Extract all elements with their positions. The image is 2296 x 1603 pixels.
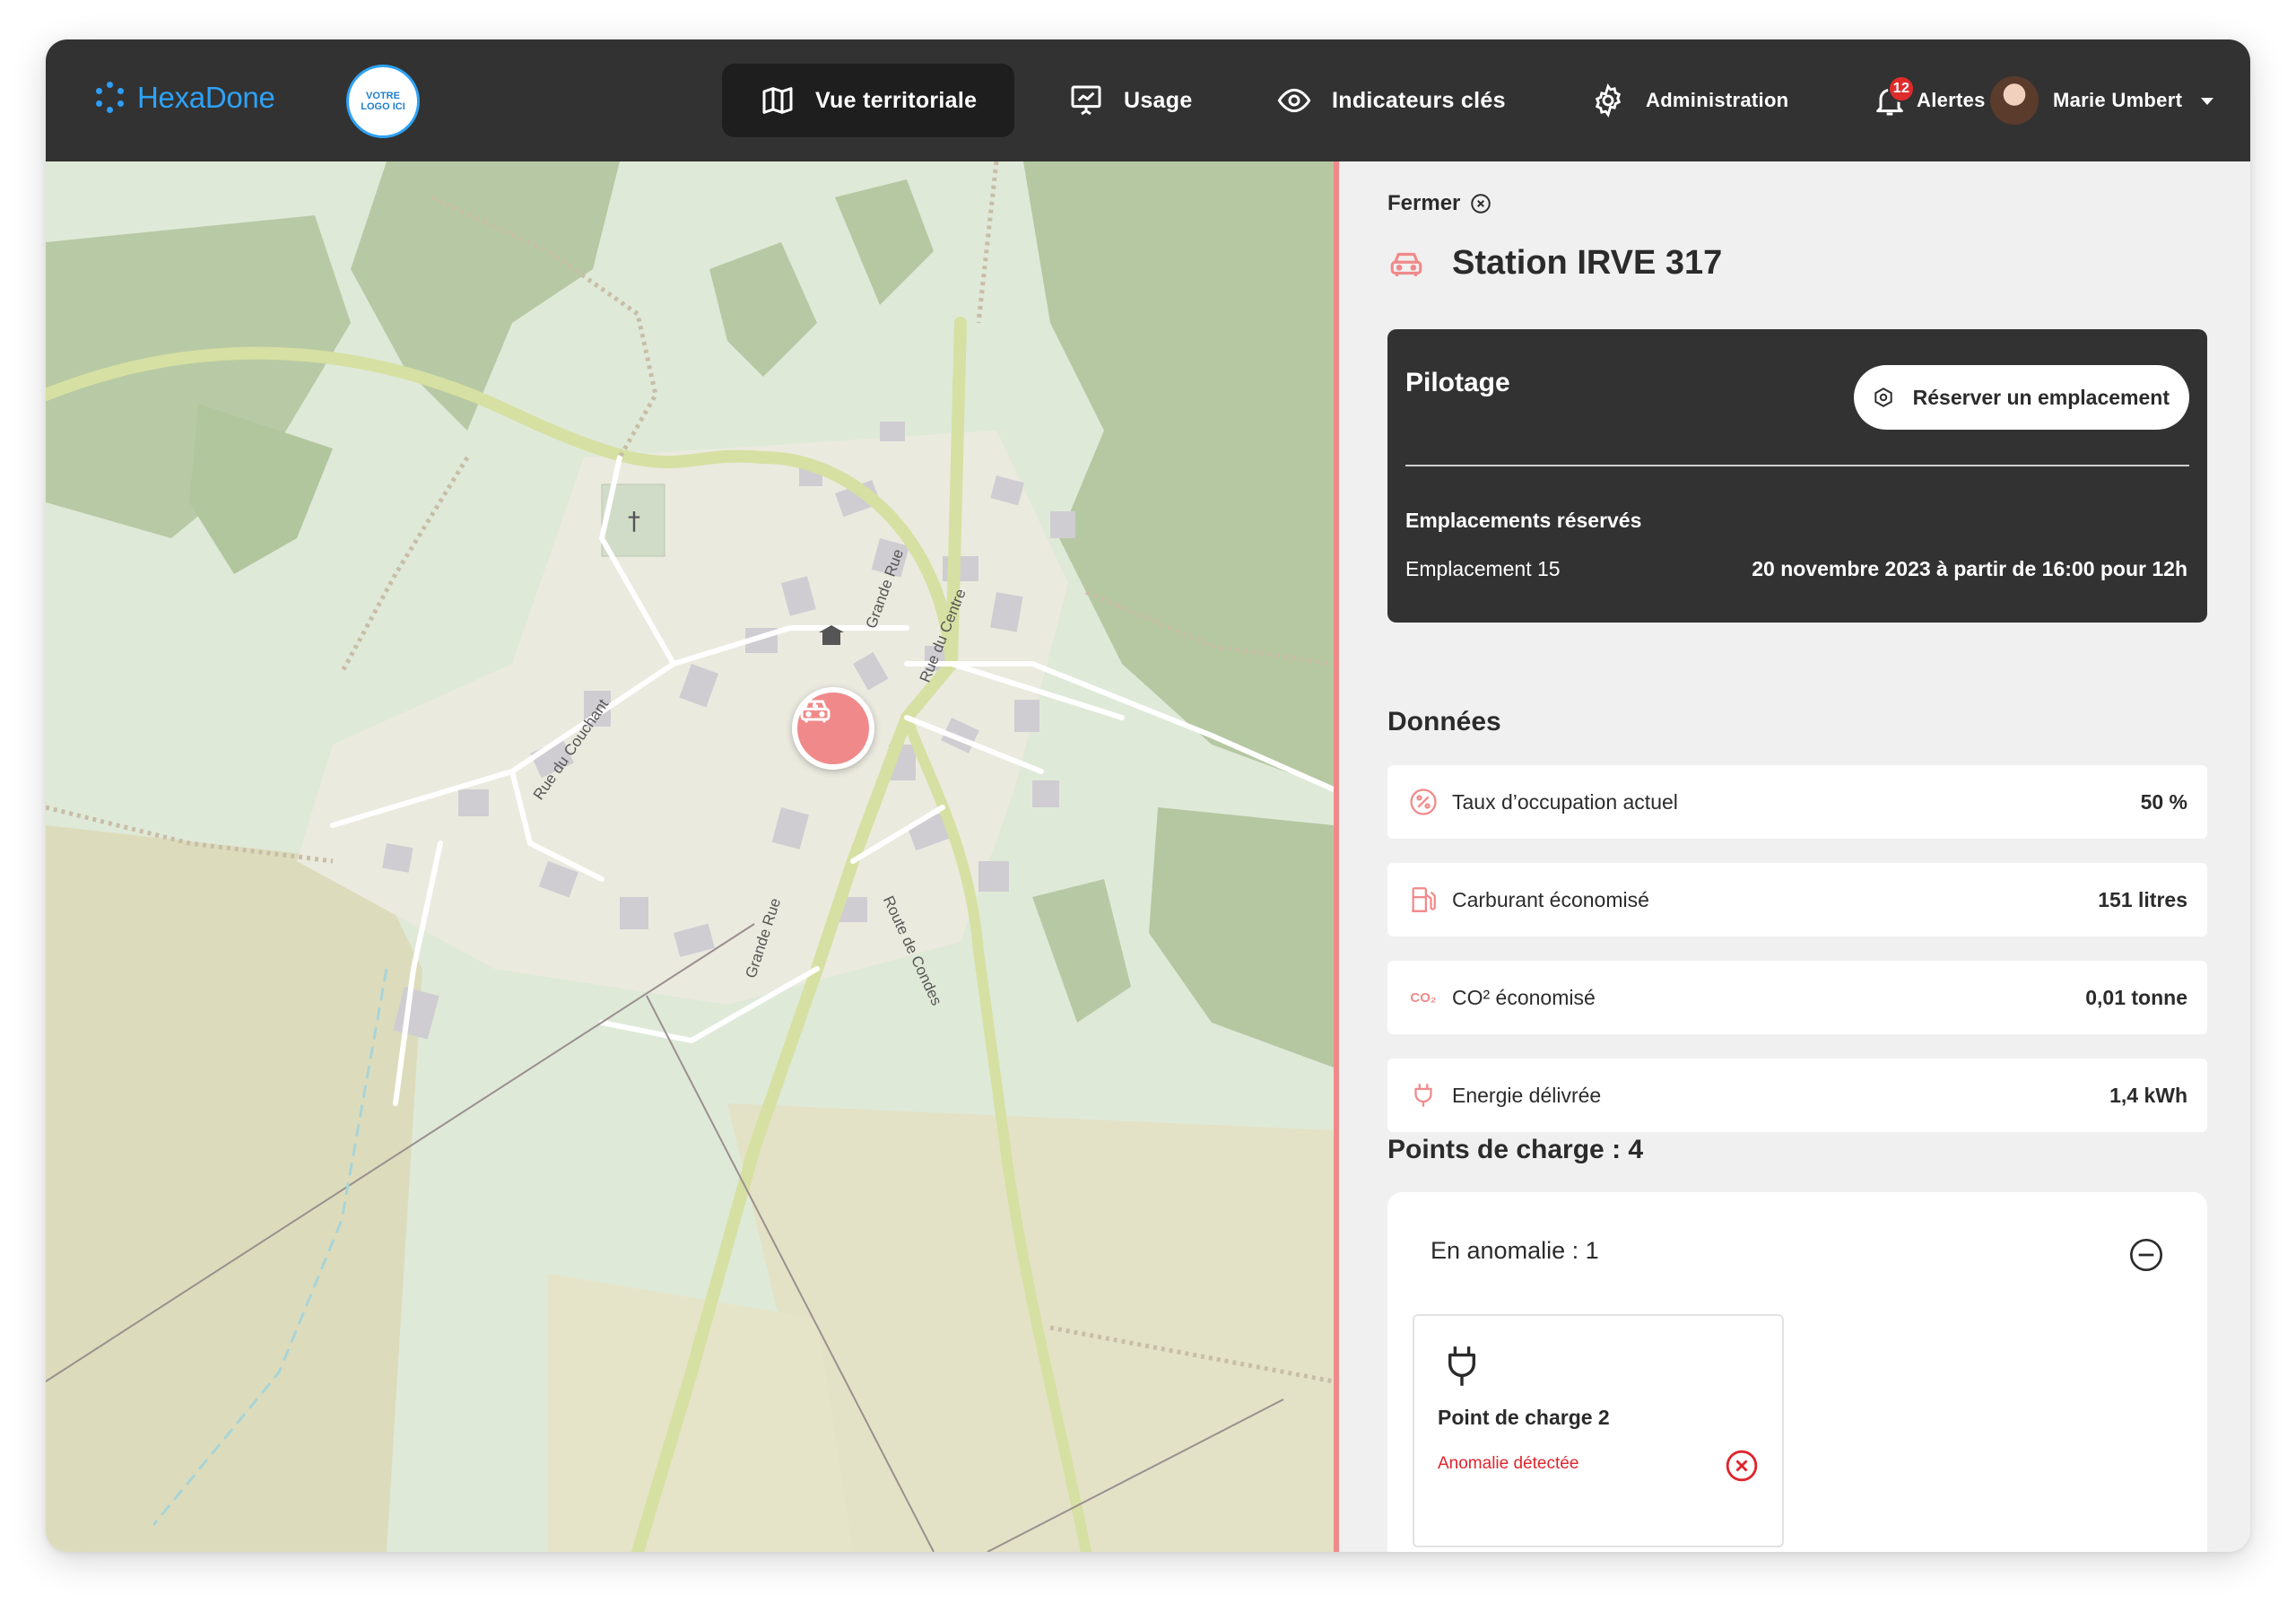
- svg-text:†: †: [628, 506, 640, 536]
- charging-station-icon: [1390, 252, 1422, 276]
- charge-points-title: Points de charge : 4: [1387, 1135, 1644, 1164]
- charging-station-icon: [800, 700, 831, 723]
- collapse-toggle-button[interactable]: [2128, 1237, 2164, 1277]
- station-detail-panel: Fermer Station IRVE 317 Pilotage Réserve…: [1339, 161, 2250, 1552]
- close-panel-button[interactable]: Fermer: [1387, 191, 1492, 216]
- data-label: Carburant économisé: [1452, 887, 1649, 911]
- nav-vue-territoriale[interactable]: Vue territoriale: [722, 64, 1015, 137]
- presentation-chart-icon: [1071, 85, 1101, 116]
- map-icon: [762, 87, 793, 114]
- reservation-date: 20 novembre 2023 à partir de 16:00 pour …: [1752, 557, 2187, 580]
- data-card-fuel: Carburant économisé 151 litres: [1387, 863, 2207, 937]
- eye-icon: [1277, 88, 1311, 113]
- nav-alertes[interactable]: 12 Alertes: [1872, 64, 1986, 137]
- gear-icon: [1595, 83, 1622, 118]
- data-value: 151 litres: [2098, 887, 2187, 911]
- charge-point-status: Anomalie détectée: [1438, 1454, 1579, 1473]
- plug-icon: [1445, 1343, 1479, 1392]
- data-value: 0,01 tonne: [2085, 985, 2187, 1009]
- data-card-occupancy: Taux d’occupation actuel 50 %: [1387, 765, 2207, 839]
- data-card-energy: Energie délivrée 1,4 kWh: [1387, 1059, 2207, 1132]
- nav-label: Indicateurs clés: [1332, 87, 1506, 113]
- station-map-marker[interactable]: [792, 687, 874, 770]
- minus-circle-icon: [2130, 1239, 2162, 1271]
- station-title: Station IRVE 317: [1452, 244, 1723, 282]
- data-value: 50 %: [2140, 789, 2187, 814]
- nav-label: Alertes: [1917, 89, 1986, 111]
- alerts-count-badge: 12: [1888, 75, 1915, 102]
- charge-point-name: Point de charge 2: [1438, 1406, 1610, 1429]
- anomaly-heading[interactable]: En anomalie : 1: [1431, 1237, 1599, 1265]
- pilotage-card: Pilotage Réserver un emplacement Emplace…: [1387, 329, 2207, 623]
- nav-indicateurs-cles[interactable]: Indicateurs clés: [1276, 64, 1506, 137]
- brand-name: HexaDone: [137, 81, 275, 114]
- nav-label: Administration: [1646, 89, 1789, 111]
- nav-label: Vue territoriale: [815, 87, 978, 113]
- reservation-slot: Emplacement 15: [1405, 557, 1561, 580]
- nav-label: Usage: [1124, 87, 1193, 113]
- percent-icon: [1407, 786, 1439, 818]
- charge-point-card[interactable]: Point de charge 2 Anomalie détectée: [1413, 1314, 1784, 1547]
- anomaly-accordion: En anomalie : 1 Point de charge 2 Anomal…: [1387, 1192, 2207, 1552]
- reserve-slot-button[interactable]: Réserver un emplacement: [1853, 365, 2189, 430]
- co2-icon: CO₂: [1410, 989, 1437, 1006]
- app-window: HexaDone VOTRE LOGO ICI Vue territoriale…: [46, 39, 2250, 1552]
- close-label: Fermer: [1387, 191, 1461, 215]
- pilotage-title: Pilotage: [1405, 368, 1510, 397]
- hexagon-settings-icon: [1874, 388, 1892, 407]
- data-label: Taux d’occupation actuel: [1452, 789, 1678, 814]
- nav-usage[interactable]: Usage: [1068, 64, 1193, 137]
- user-menu[interactable]: Marie Umbert: [1990, 64, 2218, 137]
- nav-administration[interactable]: Administration: [1590, 64, 1788, 137]
- data-value: 1,4 kWh: [2109, 1083, 2187, 1107]
- plug-icon: [1407, 1079, 1439, 1111]
- reservation-row: Emplacement 15 20 novembre 2023 à partir…: [1405, 557, 2187, 581]
- fuel-pump-icon: [1407, 884, 1439, 916]
- reserve-slot-label: Réserver un emplacement: [1912, 385, 2170, 409]
- station-header: Station IRVE 317: [1387, 244, 1722, 283]
- reserved-slots-title: Emplacements réservés: [1405, 509, 1642, 532]
- user-name: Marie Umbert: [2053, 89, 2183, 111]
- client-logo-placeholder: VOTRE LOGO ICI: [346, 65, 420, 138]
- close-icon: [1471, 194, 1492, 213]
- bell-icon-wrapper: 12: [1872, 75, 1915, 118]
- chevron-down-icon: [2201, 98, 2214, 105]
- divider: [1405, 465, 2189, 466]
- hexadone-logo-icon: [94, 82, 126, 114]
- data-section-title: Données: [1387, 707, 1501, 736]
- map-background: †: [46, 161, 1334, 1552]
- data-label: Energie délivrée: [1452, 1083, 1602, 1107]
- data-card-co2: CO₂ CO² économisé 0,01 tonne: [1387, 961, 2207, 1034]
- top-navigation-bar: HexaDone VOTRE LOGO ICI Vue territoriale…: [46, 39, 2250, 161]
- brand-logo[interactable]: HexaDone: [94, 81, 275, 115]
- avatar: [1990, 76, 2039, 125]
- error-icon: [1725, 1449, 1759, 1487]
- territorial-map[interactable]: † Grande Rue Rue du Centre Rue du Coucha…: [46, 161, 1334, 1552]
- data-label: CO² économisé: [1452, 985, 1596, 1009]
